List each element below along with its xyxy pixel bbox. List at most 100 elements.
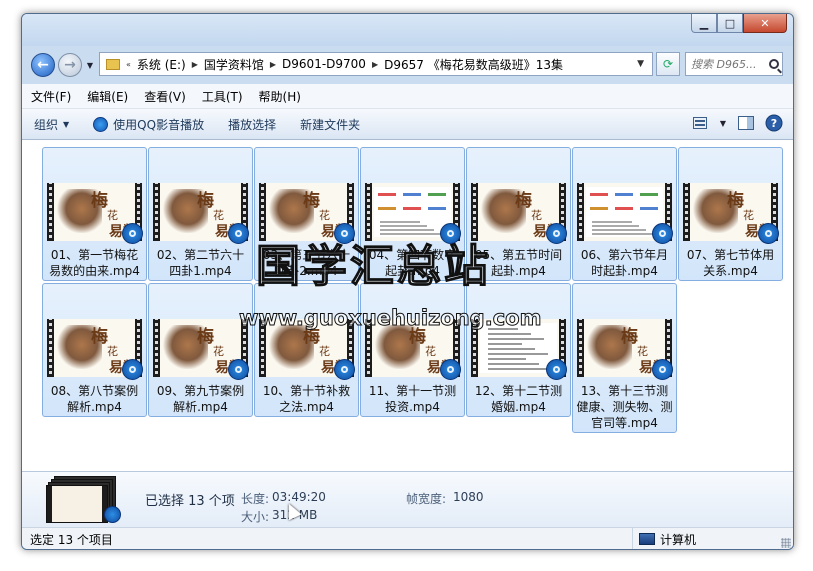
menu-file[interactable]: 文件(F) bbox=[22, 88, 78, 105]
qq-player-badge-icon bbox=[546, 359, 567, 380]
file-item[interactable]: 梅花易数11、第十一节测投资.mp4 bbox=[360, 283, 465, 417]
file-item[interactable]: 梅花易数02、第二节六十四卦1.mp4 bbox=[148, 147, 253, 281]
file-name: 06、第六节年月时起卦.mp4 bbox=[580, 248, 669, 278]
help-glyph: ? bbox=[770, 116, 778, 130]
play-selection-button[interactable]: 播放选择 bbox=[216, 116, 288, 133]
qq-player-badge-icon bbox=[228, 359, 249, 380]
file-item[interactable]: 12、第十二节测婚姻.mp4 bbox=[466, 283, 571, 417]
length-value: 03:49:20 bbox=[272, 490, 326, 504]
back-button[interactable]: ← bbox=[31, 53, 55, 77]
new-folder-button[interactable]: 新建文件夹 bbox=[288, 116, 372, 133]
breadcrumb-library[interactable]: 国学资料馆 bbox=[198, 56, 270, 73]
qq-player-badge-icon bbox=[652, 223, 673, 244]
title-bar: ▁ □ ✕ bbox=[22, 14, 793, 46]
address-dropdown-icon[interactable]: ▼ bbox=[629, 59, 652, 69]
qq-play-button[interactable]: 使用QQ影音播放 bbox=[81, 116, 216, 133]
thumbnail-title: 梅 bbox=[303, 327, 320, 347]
maximize-button[interactable]: □ bbox=[717, 14, 743, 33]
file-name: 13、第十三节测健康、测失物、测官司等.mp4 bbox=[576, 384, 673, 430]
qq-player-badge-icon bbox=[440, 359, 461, 380]
file-item[interactable]: 梅花易数13、第十三节测健康、测失物、测官司等.mp4 bbox=[572, 283, 677, 433]
menu-tools[interactable]: 工具(T) bbox=[193, 88, 250, 105]
minimize-button[interactable]: ▁ bbox=[691, 14, 717, 33]
file-item[interactable]: 04、第四节数字起卦.mp4 bbox=[360, 147, 465, 281]
file-item[interactable]: 梅花易数01、第一节梅花易数的由来.mp4 bbox=[42, 147, 147, 281]
change-view-button[interactable] bbox=[689, 113, 711, 133]
file-name: 02、第二节六十四卦1.mp4 bbox=[156, 248, 245, 278]
file-view[interactable]: 梅花易数01、第一节梅花易数的由来.mp4梅花易数02、第二节六十四卦1.mp4… bbox=[22, 140, 793, 471]
view-dropdown-button[interactable]: ▼ bbox=[717, 113, 729, 133]
qq-player-badge-icon bbox=[228, 223, 249, 244]
status-bar: 选定 13 个项目 计算机 bbox=[22, 527, 793, 549]
search-box[interactable] bbox=[685, 52, 783, 76]
file-name: 10、第十节补救之法.mp4 bbox=[262, 384, 351, 414]
file-name: 07、第七节体用关系.mp4 bbox=[686, 248, 775, 278]
refresh-button[interactable]: ⟳ bbox=[656, 52, 680, 76]
thumbnail-title: 梅 bbox=[727, 191, 744, 211]
status-location: 计算机 bbox=[632, 528, 697, 549]
menu-edit[interactable]: 编辑(E) bbox=[78, 88, 135, 105]
file-item[interactable]: 梅花易数08、第八节案例解析.mp4 bbox=[42, 283, 147, 417]
file-item[interactable]: 梅花易数10、第十节补救之法.mp4 bbox=[254, 283, 359, 417]
menu-bar: 文件(F) 编辑(E) 查看(V) 工具(T) 帮助(H) bbox=[22, 84, 793, 109]
qq-player-badge-icon bbox=[440, 223, 461, 244]
close-button[interactable]: ✕ bbox=[743, 14, 787, 33]
file-item[interactable]: 梅花易数09、第九节案例解析.mp4 bbox=[148, 283, 253, 417]
file-item[interactable]: 06、第六节年月时起卦.mp4 bbox=[572, 147, 677, 281]
caption-buttons: ▁ □ ✕ bbox=[691, 14, 787, 33]
address-bar[interactable]: « 系统 (E:) ▶ 国学资料馆 ▶ D9601-D9700 ▶ D9657 … bbox=[99, 52, 653, 76]
help-button[interactable]: ? bbox=[763, 113, 785, 133]
navigation-bar: ← → ▼ « 系统 (E:) ▶ 国学资料馆 ▶ D9601-D9700 ▶ … bbox=[22, 46, 793, 82]
qq-player-badge-icon bbox=[546, 223, 567, 244]
qq-player-badge-icon bbox=[334, 223, 355, 244]
file-name: 05、第五节时间起卦.mp4 bbox=[474, 248, 563, 278]
breadcrumb-range[interactable]: D9601-D9700 bbox=[276, 57, 372, 71]
preview-pane-icon bbox=[738, 116, 754, 130]
organize-button[interactable]: 组织 ▼ bbox=[22, 116, 81, 133]
thumbnail-title: 梅 bbox=[621, 327, 638, 347]
qq-player-badge-icon bbox=[758, 223, 779, 244]
status-selected-text: 选定 13 个项目 bbox=[30, 532, 113, 547]
organize-label: 组织 bbox=[34, 117, 59, 132]
file-name: 04、第四节数字起卦.mp4 bbox=[368, 248, 457, 278]
history-dropdown-icon[interactable]: ▼ bbox=[84, 59, 96, 71]
resize-grip[interactable] bbox=[781, 538, 791, 548]
file-name: 12、第十二节测婚姻.mp4 bbox=[474, 384, 563, 414]
qq-player-badge-icon bbox=[104, 506, 121, 523]
qq-play-label: 使用QQ影音播放 bbox=[113, 117, 205, 132]
selection-thumbnail-stack bbox=[46, 476, 121, 524]
view-controls: ▼ ? bbox=[683, 113, 785, 133]
frame-width-value: 1080 bbox=[453, 490, 484, 504]
selection-count: 已选择 13 个项 bbox=[145, 494, 235, 509]
thumbnail-title: 梅 bbox=[91, 327, 108, 347]
qq-player-icon bbox=[93, 116, 109, 132]
file-item[interactable]: 梅花易数03、第三节六十四卦2.mp4 bbox=[254, 147, 359, 281]
qq-player-badge-icon bbox=[122, 223, 143, 244]
chevron-down-icon: ▼ bbox=[63, 119, 70, 129]
thumbnail-title: 梅 bbox=[515, 191, 532, 211]
thumbnail-title: 梅 bbox=[91, 191, 108, 211]
menu-view[interactable]: 查看(V) bbox=[135, 88, 193, 105]
search-input[interactable] bbox=[686, 56, 769, 72]
file-name: 03、第三节六十四卦2.mp4 bbox=[262, 248, 351, 278]
search-icon[interactable] bbox=[769, 59, 779, 69]
length-label: 长度: bbox=[241, 492, 270, 506]
menu-help[interactable]: 帮助(H) bbox=[250, 88, 308, 105]
preview-pane-button[interactable] bbox=[735, 113, 757, 133]
file-name: 08、第八节案例解析.mp4 bbox=[50, 384, 139, 414]
file-item[interactable]: 梅花易数07、第七节体用关系.mp4 bbox=[678, 147, 783, 281]
folder-icon bbox=[106, 58, 120, 70]
thumbnail-title: 梅 bbox=[197, 191, 214, 211]
computer-icon bbox=[639, 533, 655, 545]
details-pane: 已选择 13 个项 长度: 03:49:20 帧宽度: 1080 大小: 312… bbox=[22, 471, 793, 528]
forward-button[interactable]: → bbox=[58, 53, 82, 77]
breadcrumb-drive[interactable]: 系统 (E:) bbox=[131, 56, 192, 73]
file-item[interactable]: 梅花易数05、第五节时间起卦.mp4 bbox=[466, 147, 571, 281]
status-location-label: 计算机 bbox=[660, 532, 697, 547]
explorer-window: ▁ □ ✕ ← → ▼ « 系统 (E:) ▶ 国学资料馆 ▶ D9601-D9… bbox=[21, 13, 794, 550]
qq-player-badge-icon bbox=[122, 359, 143, 380]
qq-player-badge-icon bbox=[652, 359, 673, 380]
stack-sheet-front bbox=[46, 485, 108, 523]
frame-width-label: 帧宽度: bbox=[406, 492, 447, 506]
breadcrumb-current-folder[interactable]: D9657 《梅花易数高级班》13集 bbox=[378, 56, 569, 73]
